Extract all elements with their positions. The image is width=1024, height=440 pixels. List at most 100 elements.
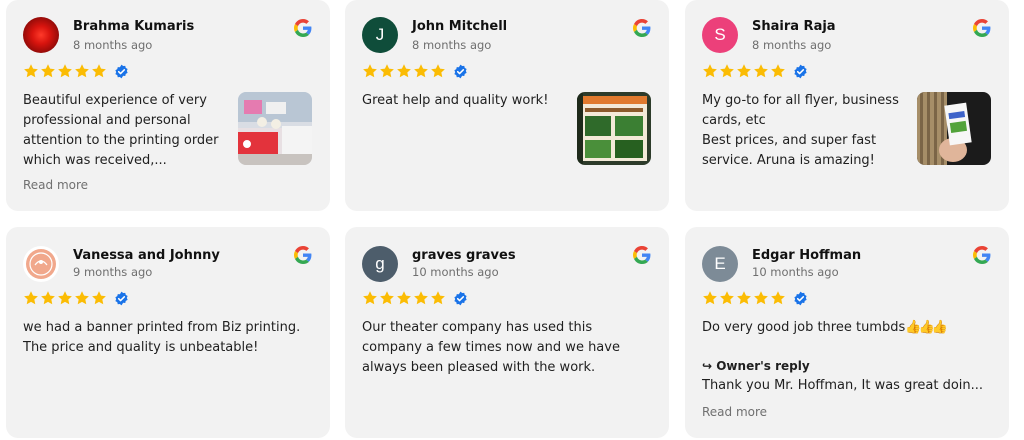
star-icon (362, 290, 378, 306)
star-rating (23, 63, 129, 79)
verified-badge-icon (793, 64, 808, 79)
review-card: S Shaira Raja 8 months ago My go-to for … (685, 0, 1009, 211)
google-g-icon[interactable] (973, 19, 991, 37)
star-icon (702, 290, 718, 306)
star-icon (362, 63, 378, 79)
google-g-icon[interactable] (633, 246, 651, 264)
star-icon (57, 290, 73, 306)
owner-reply-label: ↪ Owner's reply (702, 359, 810, 373)
star-icon (379, 290, 395, 306)
review-date: 8 months ago (73, 38, 153, 52)
review-date: 8 months ago (752, 38, 832, 52)
verified-badge-icon (453, 291, 468, 306)
review-date: 10 months ago (412, 265, 499, 279)
google-g-icon[interactable] (633, 19, 651, 37)
verified-badge-icon (793, 291, 808, 306)
reviewer-name[interactable]: John Mitchell (412, 19, 507, 34)
star-rating (23, 290, 129, 306)
star-icon (23, 290, 39, 306)
star-icon (91, 290, 107, 306)
reviews-grid: Brahma Kumaris 8 months ago Beautiful ex… (0, 0, 1024, 440)
reviewer-name[interactable]: Brahma Kumaris (73, 19, 194, 34)
star-icon (396, 290, 412, 306)
review-text: Our theater company has used this compan… (362, 318, 620, 378)
review-text-content: Do very good job three tumbds (702, 320, 906, 335)
review-text: Do very good job three tumbds👍👍👍 ↪ Owner… (702, 318, 983, 396)
review-text-line: My go-to for all flyer, business (702, 93, 899, 108)
star-icon (719, 290, 735, 306)
review-photo-thumbnail[interactable] (917, 92, 991, 165)
review-text-line: Do very good job three tumbds👍👍👍 (702, 318, 983, 338)
avatar[interactable]: E (702, 246, 738, 282)
star-icon (40, 290, 56, 306)
avatar[interactable] (23, 246, 59, 282)
star-icon (40, 63, 56, 79)
owner-reply-text: Thank you Mr. Hoffman, It was great doin… (702, 378, 984, 393)
verified-badge-icon (453, 64, 468, 79)
star-icon (396, 63, 412, 79)
review-text: Beautiful experience of very professiona… (23, 91, 219, 171)
star-icon (719, 63, 735, 79)
review-text-line: Great help and quality work! (362, 93, 549, 108)
star-icon (413, 63, 429, 79)
read-more-link[interactable]: Read more (702, 405, 767, 419)
star-icon (753, 63, 769, 79)
review-text-line: The price and quality is unbeatable! (23, 340, 259, 355)
read-more-link[interactable]: Read more (23, 178, 88, 192)
star-icon (736, 63, 752, 79)
reviewer-name[interactable]: Shaira Raja (752, 19, 836, 34)
review-text-line: which was received,... (23, 153, 167, 168)
google-g-icon[interactable] (294, 246, 312, 264)
review-card: Brahma Kumaris 8 months ago Beautiful ex… (6, 0, 330, 211)
star-rating (702, 63, 808, 79)
star-icon (702, 63, 718, 79)
star-rating (362, 290, 468, 306)
reviewer-name[interactable]: Edgar Hoffman (752, 248, 861, 263)
reviewer-name[interactable]: graves graves (412, 248, 516, 263)
star-icon (753, 290, 769, 306)
review-text: we had a banner printed from Biz printin… (23, 318, 300, 358)
review-date: 9 months ago (73, 265, 153, 279)
review-text-line: Our theater company has used this (362, 320, 593, 335)
review-text-line: professional and personal (23, 113, 191, 128)
thumbs-up-emoji: 👍👍👍 (905, 320, 948, 335)
google-g-icon[interactable] (973, 246, 991, 264)
review-date: 8 months ago (412, 38, 492, 52)
star-icon (74, 63, 90, 79)
avatar[interactable]: g (362, 246, 398, 282)
star-icon (770, 290, 786, 306)
review-text: My go-to for all flyer, business cards, … (702, 91, 899, 171)
review-card: Vanessa and Johnny 9 months ago we had a… (6, 227, 330, 438)
star-icon (770, 63, 786, 79)
verified-badge-icon (114, 291, 129, 306)
star-rating (362, 63, 468, 79)
review-date: 10 months ago (752, 265, 839, 279)
review-text-line: service. Aruna is amazing! (702, 153, 875, 168)
star-icon (736, 290, 752, 306)
review-text-line: Beautiful experience of very (23, 93, 207, 108)
review-text-line: Best prices, and super fast (702, 133, 877, 148)
star-icon (430, 290, 446, 306)
review-text-line: attention to the printing order (23, 133, 219, 148)
review-text-line: always been pleased with the work. (362, 360, 596, 375)
review-photo-thumbnail[interactable] (577, 92, 651, 165)
reviewer-name[interactable]: Vanessa and Johnny (73, 248, 220, 263)
review-text-line: company a few times now and we have (362, 340, 620, 355)
star-icon (74, 290, 90, 306)
avatar[interactable] (23, 17, 59, 53)
review-text-line: we had a banner printed from Biz printin… (23, 320, 301, 335)
review-photo-thumbnail[interactable] (238, 92, 312, 165)
google-g-icon[interactable] (294, 19, 312, 37)
star-icon (91, 63, 107, 79)
review-card: J John Mitchell 8 months ago Great help … (345, 0, 669, 211)
star-icon (379, 63, 395, 79)
avatar[interactable]: J (362, 17, 398, 53)
star-icon (57, 63, 73, 79)
star-icon (413, 290, 429, 306)
review-text: Great help and quality work! (362, 91, 548, 111)
star-rating (702, 290, 808, 306)
review-card: g graves graves 10 months ago Our theate… (345, 227, 669, 438)
review-card: E Edgar Hoffman 10 months ago Do very go… (685, 227, 1009, 438)
star-icon (430, 63, 446, 79)
avatar[interactable]: S (702, 17, 738, 53)
